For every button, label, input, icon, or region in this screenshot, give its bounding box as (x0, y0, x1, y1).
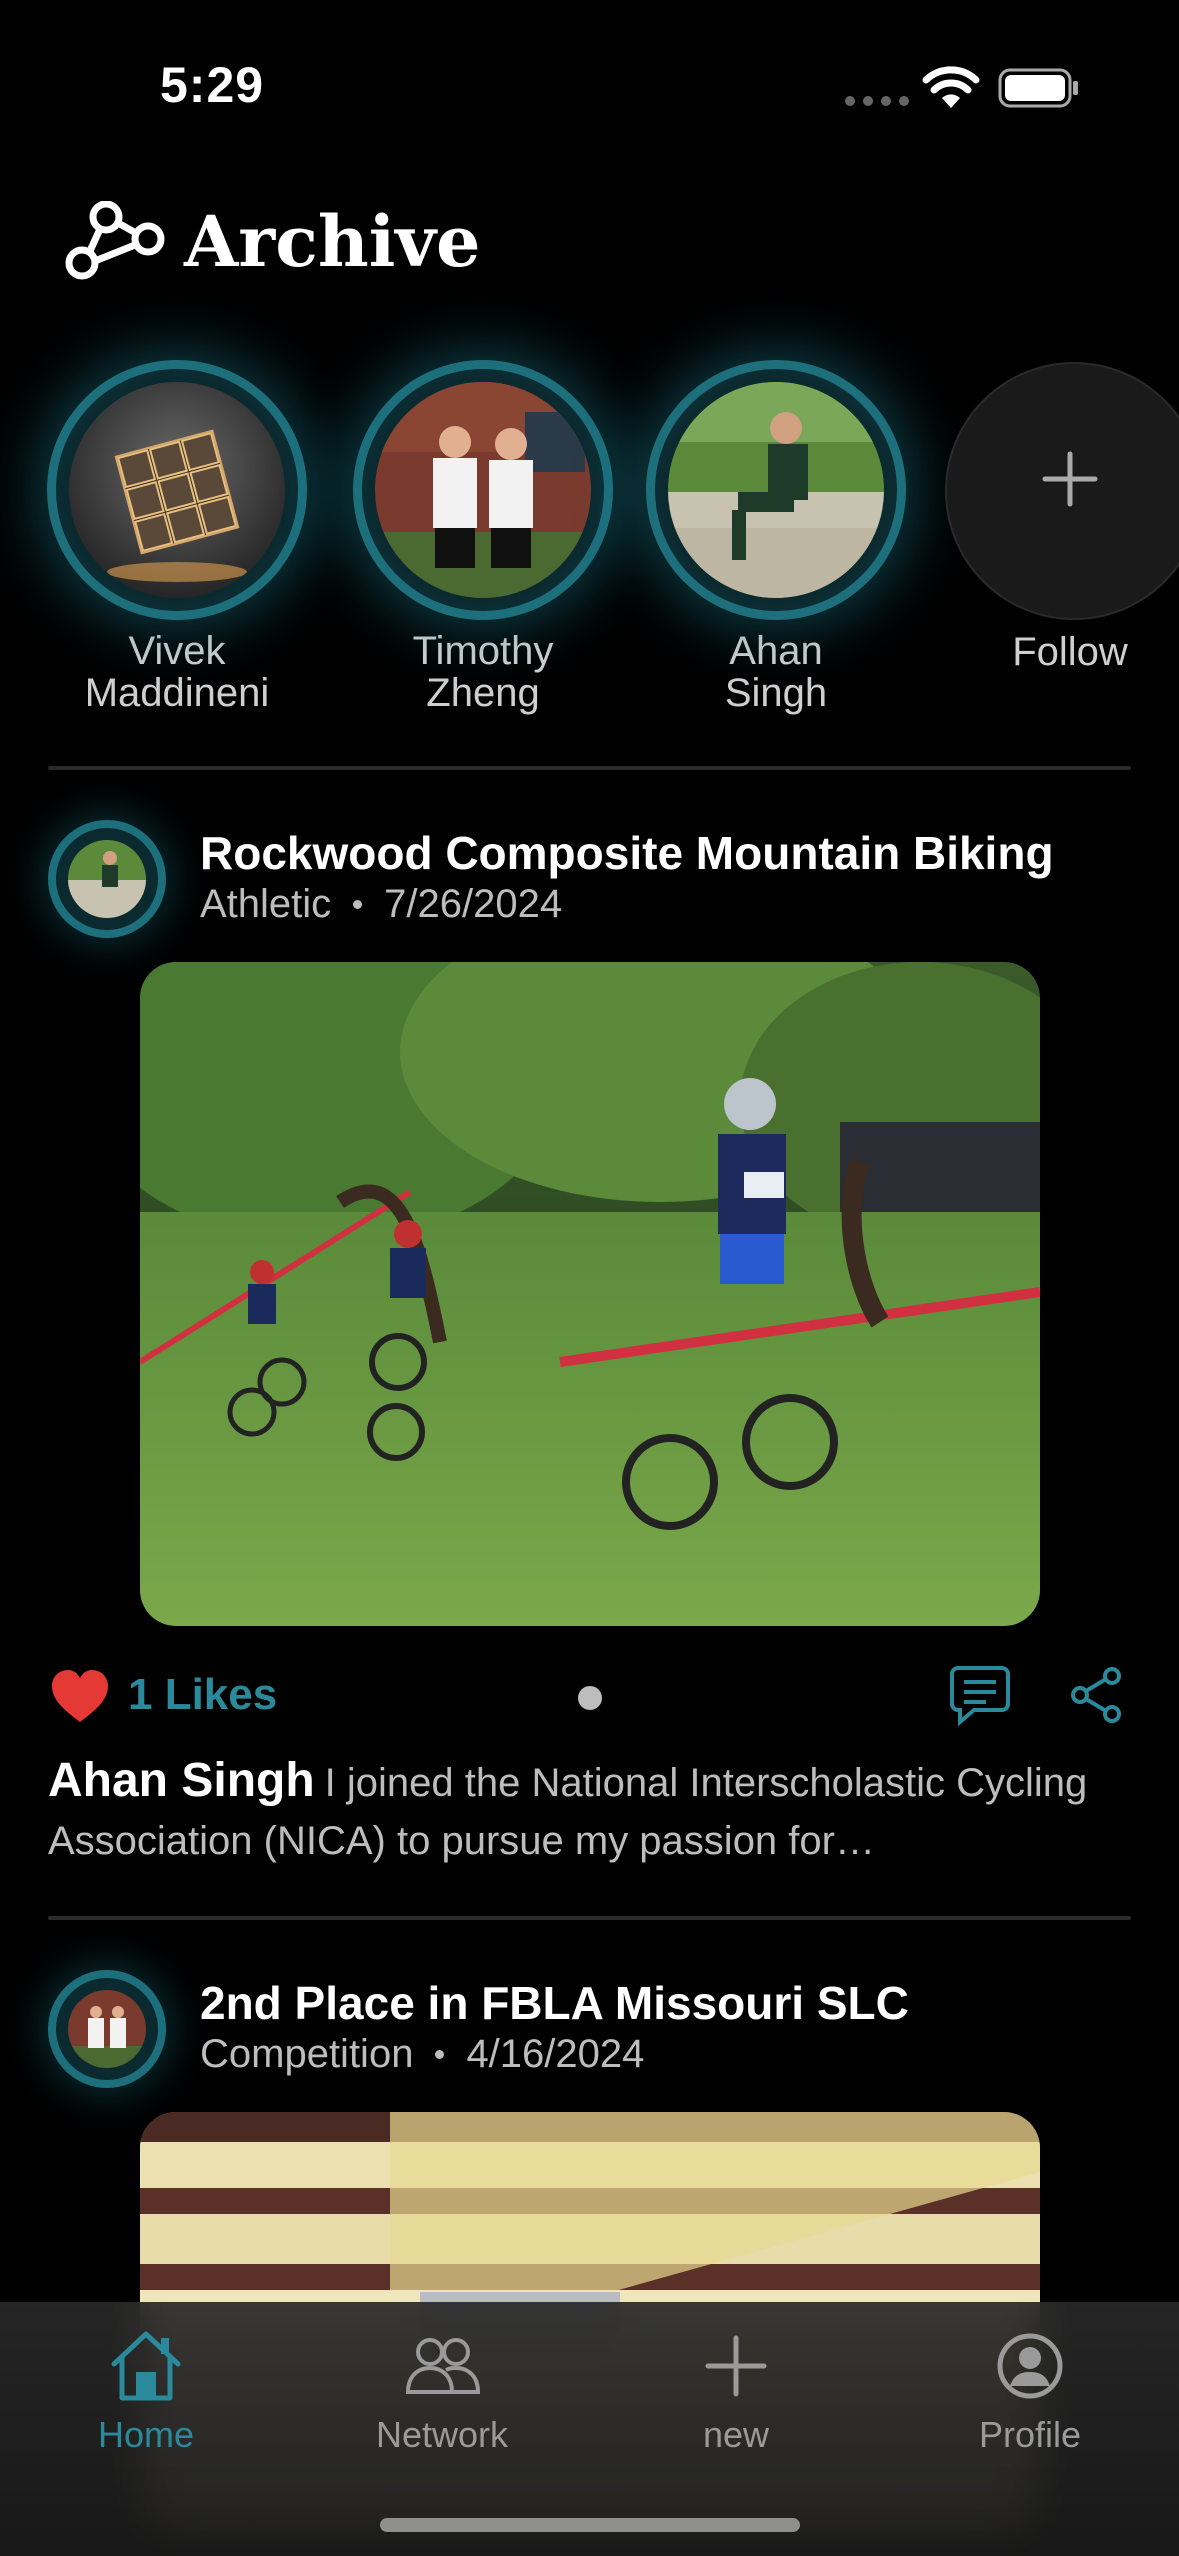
follow-label: Follow (1012, 630, 1128, 674)
comment-icon[interactable] (948, 1664, 1012, 1726)
people-icon (405, 2338, 481, 2394)
wifi-icon (922, 66, 980, 108)
story-ring (353, 360, 613, 620)
person-circle-icon (997, 2333, 1063, 2399)
post-title[interactable]: 2nd Place in FBLA Missouri SLC (200, 1976, 909, 2030)
story-ring (646, 360, 906, 620)
post-author-avatar[interactable] (48, 1970, 166, 2088)
story-name-line2: Maddineni (84, 671, 270, 715)
tab-profile[interactable]: Profile (920, 2328, 1140, 2456)
network-graph-logo-icon (65, 200, 165, 279)
share-icon[interactable] (1068, 1666, 1124, 1724)
story-ring (47, 360, 307, 620)
post-meta: Competition 4/16/2024 (200, 2032, 644, 2077)
avatar (375, 382, 591, 598)
app-header: Archive (62, 200, 481, 283)
tab-home[interactable]: Home (36, 2328, 256, 2456)
tab-home-label: Home (97, 2414, 195, 2455)
stories-row: Vivek Maddineni Timothy Zheng Ahan Singh… (0, 360, 1179, 720)
plus-icon (1042, 451, 1098, 507)
story-name-line1: Ahan (729, 629, 823, 673)
post-photo[interactable] (140, 962, 1040, 1626)
tab-new-label: new (702, 2414, 770, 2455)
home-indicator[interactable] (380, 2518, 800, 2532)
story-name-line2: Zheng (426, 671, 540, 715)
tab-new[interactable]: new (626, 2328, 846, 2456)
divider (48, 766, 1131, 770)
post-author-avatar[interactable] (48, 820, 166, 938)
heart-icon[interactable] (50, 1668, 110, 1724)
divider (48, 1916, 1131, 1920)
post-actions: 1 Likes (48, 1660, 1131, 1740)
tab-network-label: Network (375, 2414, 509, 2455)
avatar (69, 382, 285, 598)
app-title: Archive (184, 200, 481, 283)
status-time: 5:29 (160, 57, 265, 113)
plus-icon (705, 2335, 767, 2397)
story-vivek-maddineni[interactable]: Vivek Maddineni (27, 360, 327, 714)
post-date: 4/16/2024 (466, 2032, 645, 2076)
story-timothy-zheng[interactable]: Timothy Zheng (333, 360, 633, 714)
post-category: Athletic (200, 882, 332, 926)
status-bar: 5:29 (0, 0, 1179, 170)
post-title[interactable]: Rockwood Composite Mountain Biking (200, 826, 1054, 880)
likes-count[interactable]: 1 Likes (128, 1670, 277, 1720)
carousel-page-indicator (578, 1686, 602, 1710)
story-ahan-singh[interactable]: Ahan Singh (626, 360, 926, 714)
post-date: 7/26/2024 (384, 882, 563, 926)
story-name-line2: Singh (724, 671, 828, 715)
caption-author[interactable]: Ahan Singh (48, 1754, 315, 1807)
home-icon (111, 2331, 181, 2401)
avatar (68, 840, 146, 918)
separator-dot (435, 2050, 445, 2059)
battery-icon (998, 68, 1078, 108)
tab-profile-label: Profile (978, 2414, 1082, 2455)
post-meta: Athletic 7/26/2024 (200, 882, 562, 927)
story-name-line1: Timothy (412, 629, 554, 673)
separator-dot (353, 900, 363, 909)
avatar (668, 382, 884, 598)
avatar (68, 1990, 146, 2068)
cellular-signal-icon (845, 96, 909, 106)
post-category: Competition (200, 2032, 414, 2076)
story-name-line1: Vivek (128, 629, 226, 673)
post-caption[interactable]: Ahan Singh I joined the National Intersch… (48, 1752, 1131, 1870)
tab-network[interactable]: Network (332, 2328, 552, 2456)
